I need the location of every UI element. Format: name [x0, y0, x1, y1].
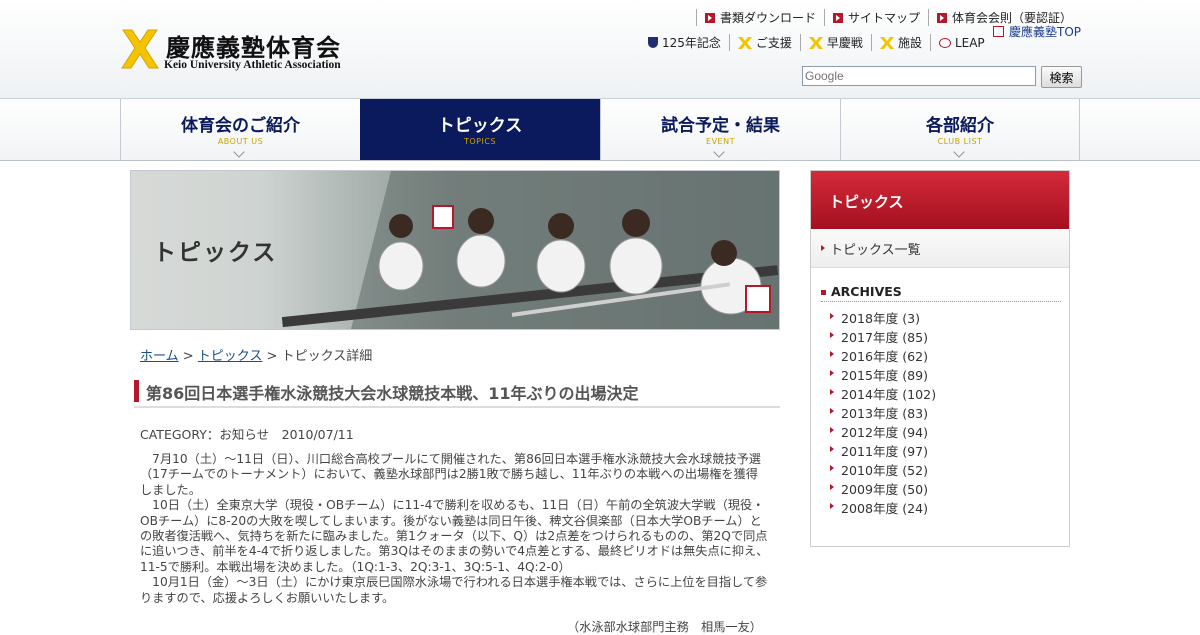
archive-link[interactable]: 2010年度 (52)	[830, 460, 936, 479]
support-link[interactable]: ご支援	[728, 34, 800, 51]
archive-link[interactable]: 2012年度 (94)	[830, 422, 936, 441]
chevron-down-icon	[233, 146, 245, 158]
hero-title: トピックス	[153, 240, 278, 266]
main-content: トピックス ホーム > トピックス > トピックス詳細 第86回日本選手権水泳競…	[130, 170, 780, 634]
logo-subtitle: Keio University Athletic Association	[164, 59, 341, 71]
archives-heading: ARCHIVES	[821, 284, 1061, 302]
arrow-icon	[832, 12, 843, 23]
topics-list-link[interactable]: トピックス一覧	[811, 229, 1069, 268]
nav-sublabel: TOPICS	[463, 137, 497, 146]
nav-event[interactable]: 試合予定・結果 EVENT	[600, 99, 840, 160]
title-accent-bar	[134, 380, 139, 402]
sidebar-header: トピックス	[811, 171, 1069, 229]
chevron-down-icon	[713, 146, 725, 158]
hero-banner: トピックス	[130, 170, 780, 330]
logo-title: 慶應義塾体育会	[166, 33, 341, 62]
article-title: 第86回日本選手権水泳競技大会水球競技本戦、11年ぶりの出場決定	[146, 384, 639, 403]
archive-link[interactable]: 2013年度 (83)	[830, 403, 936, 422]
nav-topics[interactable]: トピックス TOPICS	[360, 99, 600, 160]
pen-mark-icon	[879, 36, 894, 49]
archive-link[interactable]: 2018年度 (3)	[830, 308, 936, 327]
leap-link[interactable]: LEAP	[929, 34, 993, 51]
chevron-down-icon	[953, 146, 965, 158]
breadcrumb-current: トピックス詳細	[281, 349, 373, 364]
archive-link[interactable]: 2015年度 (89)	[830, 365, 936, 384]
article-meta: CATEGORY：お知らせ 2010/07/11	[140, 427, 354, 442]
archive-link[interactable]: 2009年度 (50)	[830, 479, 936, 498]
facilities-link[interactable]: 施設	[870, 34, 930, 51]
nav-label: 各部紹介	[926, 116, 994, 136]
nav-clubs[interactable]: 各部紹介 CLUB LIST	[840, 99, 1080, 160]
pen-mark-icon	[808, 36, 823, 49]
search-input[interactable]	[802, 66, 1036, 86]
nav-label: トピックス	[437, 116, 523, 136]
nav-sublabel: ABOUT US	[217, 137, 264, 146]
nav-about[interactable]: 体育会のご紹介 ABOUT US	[120, 99, 360, 160]
external-link-icon	[993, 26, 1004, 37]
article-signature: （水泳部水球部門主務 相馬一友）	[567, 620, 762, 635]
sitemap-link[interactable]: サイトマップ	[823, 9, 928, 26]
nav-sublabel: CLUB LIST	[937, 137, 983, 146]
search-button[interactable]: 検索	[1041, 66, 1082, 88]
archive-link[interactable]: 2011年度 (97)	[830, 441, 936, 460]
sidebar: トピックス トピックス一覧 ARCHIVES 2018年度 (3) 2017年度…	[810, 170, 1070, 547]
site-header: 慶應義塾体育会 Keio University Athletic Associa…	[0, 0, 1200, 99]
breadcrumb-home[interactable]: ホーム	[140, 349, 179, 364]
archive-link[interactable]: 2016年度 (62)	[830, 346, 936, 365]
archive-link[interactable]: 2008年度 (24)	[830, 498, 936, 517]
pen-cross-logo-icon	[121, 29, 159, 69]
article-paragraph: 10日（土）全東京大学（現役・OBチーム）に11-4で勝利を収めるも、11日（日…	[140, 498, 769, 574]
leap-emblem-icon	[938, 37, 951, 48]
nav-label: 試合予定・結果	[661, 116, 780, 136]
breadcrumb-topics[interactable]: トピックス	[198, 349, 263, 364]
article-paragraph: 10月1日（金）～3日（土）にかけ東京辰巳国際水泳場で行われる日本選手権本戦では…	[140, 575, 768, 605]
archive-link[interactable]: 2017年度 (85)	[830, 327, 936, 346]
global-nav: 体育会のご紹介 ABOUT US トピックス TOPICS 試合予定・結果 EV…	[0, 99, 1200, 161]
anniversary-link[interactable]: 125年記念	[640, 34, 729, 51]
archive-link[interactable]: 2014年度 (102)	[830, 384, 936, 403]
breadcrumb: ホーム > トピックス > トピックス詳細	[140, 349, 373, 364]
keio-top-link[interactable]: 慶應義塾TOP	[993, 23, 1081, 40]
article-paragraph: 7月10（土）～11日（日）、川口総合高校プールにて開催された、第86回日本選手…	[140, 452, 761, 497]
feature-links: 125年記念 ご支援 早慶戦 施設 LEAP	[640, 34, 993, 51]
site-search: 検索	[802, 66, 1082, 88]
sokeisen-link[interactable]: 早慶戦	[799, 34, 871, 51]
download-link[interactable]: 書類ダウンロード	[695, 9, 824, 26]
article-body: 7月10（土）～11日（日）、川口総合高校プールにて開催された、第86回日本選手…	[140, 452, 770, 635]
arrow-icon	[704, 12, 715, 23]
shield-icon	[648, 37, 658, 48]
archives-list: 2018年度 (3) 2017年度 (85) 2016年度 (62) 2015年…	[830, 308, 936, 517]
nav-sublabel: EVENT	[706, 137, 735, 146]
site-logo[interactable]: 慶應義塾体育会 Keio University Athletic Associa…	[120, 28, 365, 74]
pen-mark-icon	[737, 36, 752, 49]
arrow-icon	[936, 12, 947, 23]
nav-label: 体育会のご紹介	[181, 116, 300, 136]
article-title-block: 第86回日本選手権水泳競技大会水球競技本戦、11年ぶりの出場決定	[134, 378, 780, 408]
